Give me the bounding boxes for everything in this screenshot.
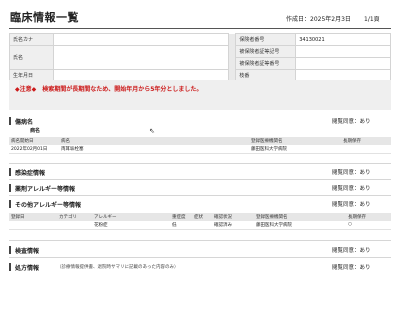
- mouse-cursor-icon: ⇖: [149, 127, 155, 135]
- table-header-row: 登録日 カテゴリ アレルギー 重症度 症状 確認状況 登録医療機関名 長期保存: [9, 213, 391, 221]
- table-row: 2022年02月01日 両耳垢栓塞 藤田医科大学病院: [9, 145, 391, 154]
- section-infection: 感染症情報 閲覧同意：あり: [9, 167, 391, 177]
- section-other-allergy: その他アレルギー等情報 閲覧同意：あり: [9, 199, 391, 209]
- section-title: その他アレルギー等情報: [15, 202, 82, 209]
- section-marker: [9, 263, 11, 271]
- column-header: 登録日: [9, 213, 57, 221]
- section-marker: [9, 168, 11, 176]
- table-cell: 確認済み: [212, 221, 254, 230]
- column-header: 登録医療機関名: [249, 137, 341, 145]
- table-header-row: 病名開始日 病名 登録医療機関名 長期保存: [9, 137, 391, 145]
- consent-status: 閲覧同意：あり: [332, 248, 371, 254]
- page-number: 1/1頁: [364, 16, 380, 23]
- notice-text: ◆注意◆ 検索期間が長期間なため、開始年月から5年分としました。: [15, 86, 203, 93]
- number-value: [295, 57, 391, 70]
- column-header: 長期保存: [346, 213, 391, 221]
- table-cell: ○: [346, 221, 391, 230]
- page-title: 臨床情報一覧: [10, 11, 79, 24]
- column-header: カテゴリ: [57, 213, 92, 221]
- created-date: 作成日：2025年2月3日: [286, 16, 351, 23]
- column-header: 病名開始日: [9, 137, 59, 145]
- section-marker: [9, 246, 11, 254]
- kana-value: [52, 33, 230, 46]
- consent-status: 閲覧同意：あり: [332, 186, 371, 192]
- consent-status: 閲覧同意：あり: [332, 265, 371, 271]
- section-disease: 傷病名 閲覧同意：あり: [9, 116, 391, 126]
- page-header: 臨床情報一覧 作成日：2025年2月3日 1/1頁: [9, 5, 391, 29]
- table-row: 花粉症 低 確認済み 藤田医科大学病院 ○: [9, 221, 391, 230]
- table-cell: 2022年02月01日: [9, 145, 59, 154]
- name-value: [52, 45, 230, 70]
- section-title: 検査情報: [15, 248, 40, 255]
- column-header: [179, 137, 209, 145]
- other-allergy-table: 登録日 カテゴリ アレルギー 重症度 症状 確認状況 登録医療機関名 長期保存 …: [9, 213, 391, 230]
- section-subtitle: （診療情報提供書、退院時サマリに記載のあった内容のみ）: [57, 265, 179, 270]
- divider: [9, 195, 391, 196]
- table-cell: [341, 145, 391, 154]
- table-cell: 藤田医科大学病院: [249, 145, 341, 154]
- insurer-value: 34130021: [295, 33, 391, 46]
- column-header: 確認状況: [212, 213, 254, 221]
- section-marker: [9, 200, 11, 208]
- consent-status: 閲覧同意：あり: [332, 119, 371, 125]
- table-cell: 低: [170, 221, 192, 230]
- consent-status: 閲覧同意：あり: [332, 202, 371, 208]
- disease-table: 病名開始日 病名 登録医療機関名 長期保存 2022年02月01日 両耳垢栓塞 …: [9, 137, 391, 154]
- section-title: 傷病名: [15, 119, 34, 126]
- column-header: [209, 137, 249, 145]
- notice-box: ◆注意◆ 検索期間が長期間なため、開始年月から5年分としました。: [9, 80, 391, 110]
- symbol-label: 被保険者証等記号: [235, 45, 297, 58]
- section-title: 処方情報: [15, 265, 40, 272]
- section-marker: [9, 117, 11, 125]
- insurer-label: 保険者番号: [235, 33, 297, 46]
- table-cell: 両耳垢栓塞: [59, 145, 129, 154]
- disease-sublabel: 病名: [30, 128, 41, 134]
- column-header: 登録医療機関名: [254, 213, 346, 221]
- name-label: 氏名: [9, 45, 54, 70]
- table-cell: [209, 145, 249, 154]
- table-cell: [57, 221, 92, 230]
- section-prescription: 処方情報 （診療情報提供書、退院時サマリに記載のあった内容のみ） 閲覧同意：あり: [9, 262, 391, 272]
- section-title: 薬剤アレルギー等情報: [15, 186, 76, 193]
- divider: [9, 163, 391, 164]
- column-header: 重症度: [170, 213, 192, 221]
- column-header: アレルギー: [92, 213, 170, 221]
- symbol-value: [295, 45, 391, 58]
- consent-status: 閲覧同意：あり: [332, 170, 371, 176]
- column-header: 病名: [59, 137, 129, 145]
- divider: [9, 257, 391, 258]
- table-cell: [192, 221, 212, 230]
- divider: [9, 240, 391, 241]
- column-header: 長期保存: [341, 137, 391, 145]
- divider: [9, 179, 391, 180]
- table-cell: 藤田医科大学病院: [254, 221, 346, 230]
- table-cell: [179, 145, 209, 154]
- table-cell: [9, 221, 57, 230]
- table-cell: 花粉症: [92, 221, 170, 230]
- section-title: 感染症情報: [15, 170, 46, 177]
- column-header: [129, 137, 179, 145]
- section-marker: [9, 184, 11, 192]
- kana-label: 氏名カナ: [9, 33, 54, 46]
- section-drug-allergy: 薬剤アレルギー等情報 閲覧同意：あり: [9, 183, 391, 193]
- table-cell: [129, 145, 179, 154]
- patient-info-table: 氏名カナ 保険者番号 34130021 氏名 被保険者証等記号 被保険者証等番号…: [9, 33, 391, 82]
- number-label: 被保険者証等番号: [235, 57, 297, 70]
- column-header: 症状: [192, 213, 212, 221]
- section-exam: 検査情報 閲覧同意：あり: [9, 245, 391, 255]
